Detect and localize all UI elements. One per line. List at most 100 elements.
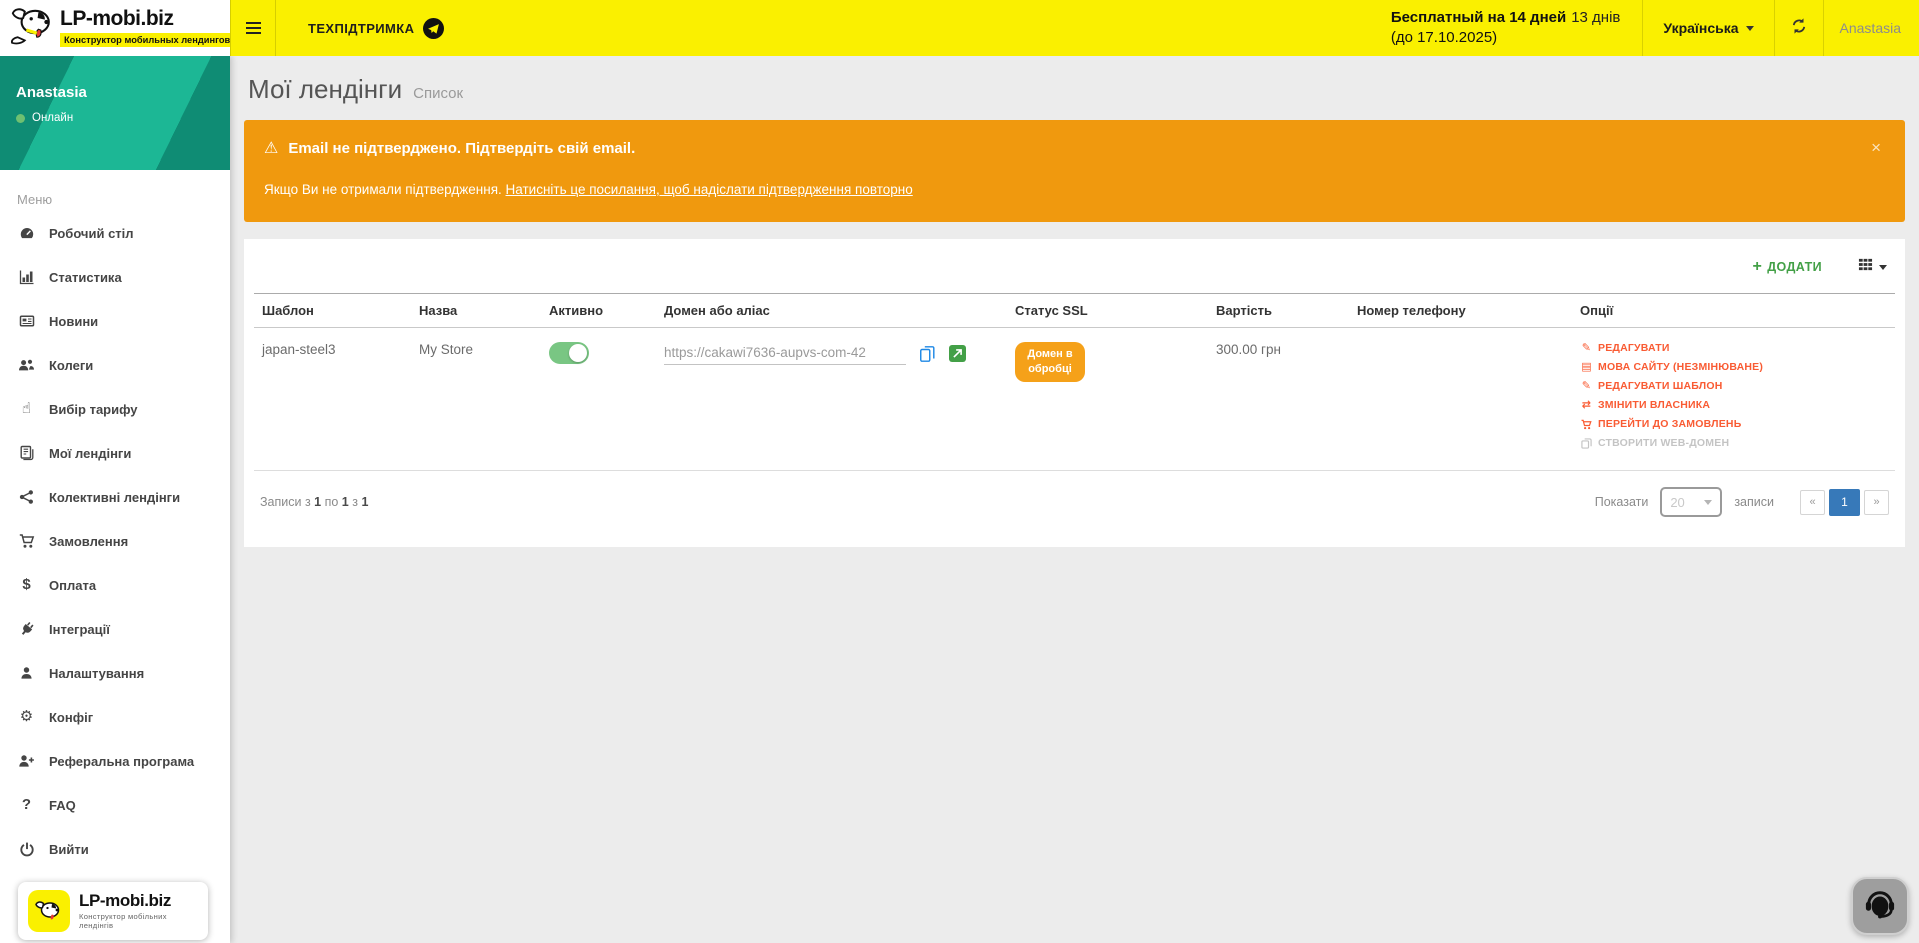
table-row: japan-steel3 My Store <box>254 328 1895 471</box>
option-create-web-domain[interactable]: СТВОРИТИ WEB-ДОМЕН <box>1580 437 1887 449</box>
trial-until: (до 17.10.2025) <box>1391 28 1621 48</box>
resend-confirmation-link[interactable]: Натисніть це посилання, щоб надіслати пі… <box>506 182 913 197</box>
sidebar-item-config[interactable]: ⚙ Конфіг <box>0 695 230 739</box>
chevron-down-icon <box>1704 500 1712 505</box>
option-edit-template[interactable]: ✎РЕДАГУВАТИ ШАБЛОН <box>1580 380 1887 392</box>
close-icon[interactable]: × <box>1865 138 1887 157</box>
app-logo[interactable]: LP-mobi.biz Конструктор мобильных лендин… <box>0 0 230 56</box>
landings-icon <box>17 445 36 461</box>
power-icon <box>17 841 36 857</box>
col-header-ssl[interactable]: Статус SSL <box>1007 294 1208 328</box>
footer-logo-title: LP-mobi.biz <box>79 892 198 910</box>
footer-logo-subtitle: Конструктор мобільних лендінгів <box>79 912 198 930</box>
sidebar-item-my-landings[interactable]: Мої лендінги <box>0 431 230 475</box>
chevron-down-icon <box>1746 26 1754 31</box>
alert-line-prefix: Якщо Ви не отримали підтвердження. <box>264 182 506 197</box>
hand-pointer-icon: ☝ <box>17 401 36 417</box>
news-icon <box>17 313 36 329</box>
sidebar-item-news[interactable]: Новини <box>0 299 230 343</box>
sidebar-item-tariff[interactable]: ☝ Вибір тарифу <box>0 387 230 431</box>
logo-title: LP-mobi.biz <box>60 8 234 30</box>
col-header-template[interactable]: Шаблон <box>254 294 411 328</box>
sidebar-user-panel: Anastasia Онлайн <box>0 56 230 170</box>
landings-table-card: + ДОДАТИ Шаблон Назва Активно Доме <box>244 239 1905 547</box>
open-landing-button[interactable] <box>949 345 966 362</box>
question-icon: ? <box>17 797 36 813</box>
col-header-active[interactable]: Активно <box>541 294 656 328</box>
active-toggle[interactable] <box>549 342 589 364</box>
share-icon <box>17 489 36 505</box>
sidebar-item-dashboard[interactable]: Робочий стіл <box>0 211 230 255</box>
topbar-username[interactable]: Anastasia <box>1824 20 1919 36</box>
pagination: « 1 » <box>1800 489 1889 516</box>
ssl-status-badge: Домен в обробці <box>1015 342 1085 382</box>
online-status-label: Онлайн <box>32 112 73 124</box>
sidebar-item-referral[interactable]: Реферальна програма <box>0 739 230 783</box>
col-header-name[interactable]: Назва <box>411 294 541 328</box>
refresh-icon <box>1790 17 1808 40</box>
sidebar: Anastasia Онлайн Меню Робочий стіл Стати… <box>0 56 230 943</box>
table-grid-icon <box>1858 257 1873 277</box>
hamburger-menu-icon[interactable] <box>230 0 276 56</box>
column-visibility-button[interactable] <box>1858 257 1887 277</box>
pagination-prev[interactable]: « <box>1800 490 1825 515</box>
option-change-owner[interactable]: ⇄ЗМІНИТИ ВЛАСНИКА <box>1580 399 1887 411</box>
sidebar-item-collective-landings[interactable]: Колективні лендінги <box>0 475 230 519</box>
option-go-to-orders[interactable]: ПЕРЕЙТИ ДО ЗАМОВЛЕНЬ <box>1580 418 1887 430</box>
language-selector[interactable]: Українська <box>1643 20 1773 36</box>
language-icon: ▤ <box>1580 362 1593 373</box>
top-bar: LP-mobi.biz Конструктор мобильных лендин… <box>0 0 1919 56</box>
sidebar-item-orders[interactable]: Замовлення <box>0 519 230 563</box>
stats-icon <box>17 269 36 285</box>
trial-info: Бесплатный на 14 дней13 днів (до 17.10.2… <box>1391 8 1621 48</box>
sidebar-item-statistics[interactable]: Статистика <box>0 255 230 299</box>
pagination-page-1[interactable]: 1 <box>1829 489 1860 516</box>
sidebar-item-faq[interactable]: ? FAQ <box>0 783 230 827</box>
external-link-icon <box>953 346 962 361</box>
headset-icon <box>1862 886 1898 927</box>
col-header-phone[interactable]: Номер телефону <box>1349 294 1572 328</box>
page-size-label: Показати <box>1595 495 1649 509</box>
add-landing-button[interactable]: + ДОДАТИ <box>1746 259 1828 275</box>
user-plus-icon <box>17 753 36 769</box>
telegram-icon <box>423 18 444 39</box>
sidebar-item-integrations[interactable]: Інтеграції <box>0 607 230 651</box>
chevron-down-icon <box>1879 265 1887 270</box>
col-header-domain[interactable]: Домен або аліас <box>656 294 1007 328</box>
sidebar-footer-logo[interactable]: LP-mobi.biz Конструктор мобільних лендін… <box>18 882 208 940</box>
edit-icon: ✎ <box>1580 343 1593 354</box>
option-site-language[interactable]: ▤МОВА САЙТУ (НЕЗМІНЮВАНЕ) <box>1580 361 1887 373</box>
col-header-price[interactable]: Вартість <box>1208 294 1349 328</box>
cart-icon <box>17 533 36 549</box>
logo-dog-icon <box>8 3 56 54</box>
footer-logo-dog-icon <box>28 890 70 932</box>
sidebar-item-logout[interactable]: Вийти <box>0 827 230 871</box>
landings-table: Шаблон Назва Активно Домен або аліас Ста… <box>254 293 1895 471</box>
support-chat-button[interactable] <box>1851 877 1909 935</box>
dashboard-icon <box>17 225 36 241</box>
exchange-icon: ⇄ <box>1580 400 1593 411</box>
warning-icon: ⚠ <box>264 141 278 157</box>
page-title: Мої лендінги <box>248 74 402 105</box>
copy-icon[interactable] <box>919 345 936 363</box>
menu-section-label: Меню <box>17 192 230 207</box>
sidebar-item-payment[interactable]: $ Оплата <box>0 563 230 607</box>
plus-icon: + <box>1752 260 1762 274</box>
sidebar-item-colleagues[interactable]: Колеги <box>0 343 230 387</box>
records-label: записи <box>1734 495 1774 509</box>
cart-icon <box>1580 419 1593 430</box>
domain-input[interactable] <box>664 342 906 365</box>
page-size-select[interactable]: 20 <box>1660 487 1722 517</box>
refresh-button[interactable] <box>1775 0 1823 56</box>
sidebar-user-name: Anastasia <box>16 84 214 101</box>
logo-subtitle: Конструктор мобильных лендингов <box>60 33 234 47</box>
edit-icon: ✎ <box>1580 381 1593 392</box>
sidebar-item-settings[interactable]: Налаштування <box>0 651 230 695</box>
support-link[interactable]: ТЕХПІДТРИМКА <box>308 18 444 39</box>
option-edit[interactable]: ✎РЕДАГУВАТИ <box>1580 342 1887 354</box>
cell-price: 300.00 грн <box>1208 328 1349 471</box>
col-header-options[interactable]: Опції <box>1572 294 1895 328</box>
pagination-next[interactable]: » <box>1864 490 1889 515</box>
cell-template: japan-steel3 <box>254 328 411 471</box>
trial-days-left: 13 днів <box>1571 9 1620 26</box>
